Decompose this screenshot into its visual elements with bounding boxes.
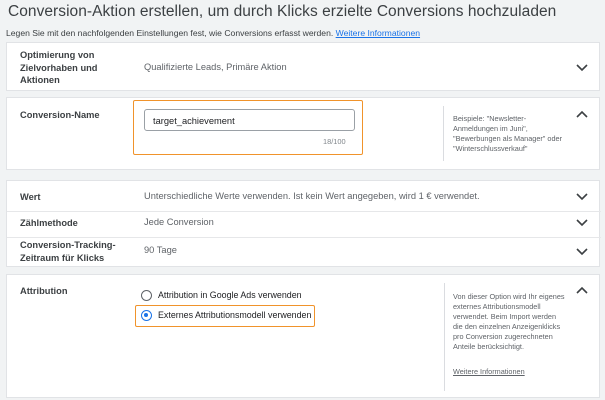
- wert-label: Wert: [20, 192, 41, 202]
- attribution-external-radio[interactable]: [141, 310, 152, 321]
- chevron-down-icon[interactable]: [574, 217, 590, 229]
- vertical-divider: [443, 106, 444, 161]
- zeitraum-label: Conversion-Tracking- Zeitraum für Klicks: [20, 240, 116, 263]
- attribution-google-ads-radio[interactable]: [141, 290, 152, 301]
- page-title: Conversion-Aktion erstellen, um durch Kl…: [8, 3, 557, 20]
- optimierung-label: Optimierung von Zielvorhaben und Aktionen: [20, 50, 98, 85]
- page-subtitle: Legen Sie mit den nachfolgenden Einstell…: [6, 28, 420, 38]
- chevron-down-icon[interactable]: [574, 246, 590, 258]
- subtitle-text: Legen Sie mit den nachfolgenden Einstell…: [6, 28, 334, 38]
- optimierung-value: Qualifizierte Leads, Primäre Aktion: [144, 62, 287, 72]
- settings-group: Wert Unterschiedliche Werte verwenden. I…: [6, 180, 601, 267]
- chevron-down-icon[interactable]: [574, 62, 590, 74]
- conversion-name-section: Conversion-Name target_achievement 18/10…: [6, 97, 600, 170]
- subtitle-learn-more-link[interactable]: Weitere Informationen: [336, 28, 420, 38]
- attribution-external-label[interactable]: Externes Attributionsmodell verwenden: [158, 310, 311, 320]
- vertical-divider: [444, 283, 445, 391]
- attribution-learn-more-link[interactable]: Weitere Informationen: [453, 367, 525, 377]
- chevron-up-icon[interactable]: [574, 108, 590, 120]
- zeitraum-value: 90 Tage: [144, 245, 177, 255]
- conversion-name-hint: Beispiele: "Newsletter-Anmeldungen im Ju…: [453, 114, 563, 153]
- chevron-up-icon[interactable]: [574, 284, 590, 296]
- chevron-down-icon[interactable]: [574, 191, 590, 203]
- zaehlmethode-label: Zählmethode: [20, 218, 78, 228]
- attribution-hint: Von dieser Option wird Ihr eigenes exter…: [453, 292, 565, 351]
- wert-value: Unterschiedliche Werte verwenden. Ist ke…: [144, 191, 480, 201]
- character-counter: 18/100: [323, 137, 346, 146]
- attribution-section: Attribution Attribution in Google Ads ve…: [6, 274, 600, 398]
- conversion-name-input[interactable]: target_achievement: [144, 109, 355, 131]
- row-divider: [7, 237, 601, 238]
- row-divider: [7, 211, 601, 212]
- conversion-name-label: Conversion-Name: [20, 110, 100, 120]
- attribution-google-ads-label[interactable]: Attribution in Google Ads verwenden: [158, 290, 302, 300]
- attribution-label: Attribution: [20, 286, 68, 296]
- zaehlmethode-value: Jede Conversion: [144, 217, 214, 227]
- optimierung-section[interactable]: Optimierung von Zielvorhaben und Aktionen …: [6, 42, 600, 91]
